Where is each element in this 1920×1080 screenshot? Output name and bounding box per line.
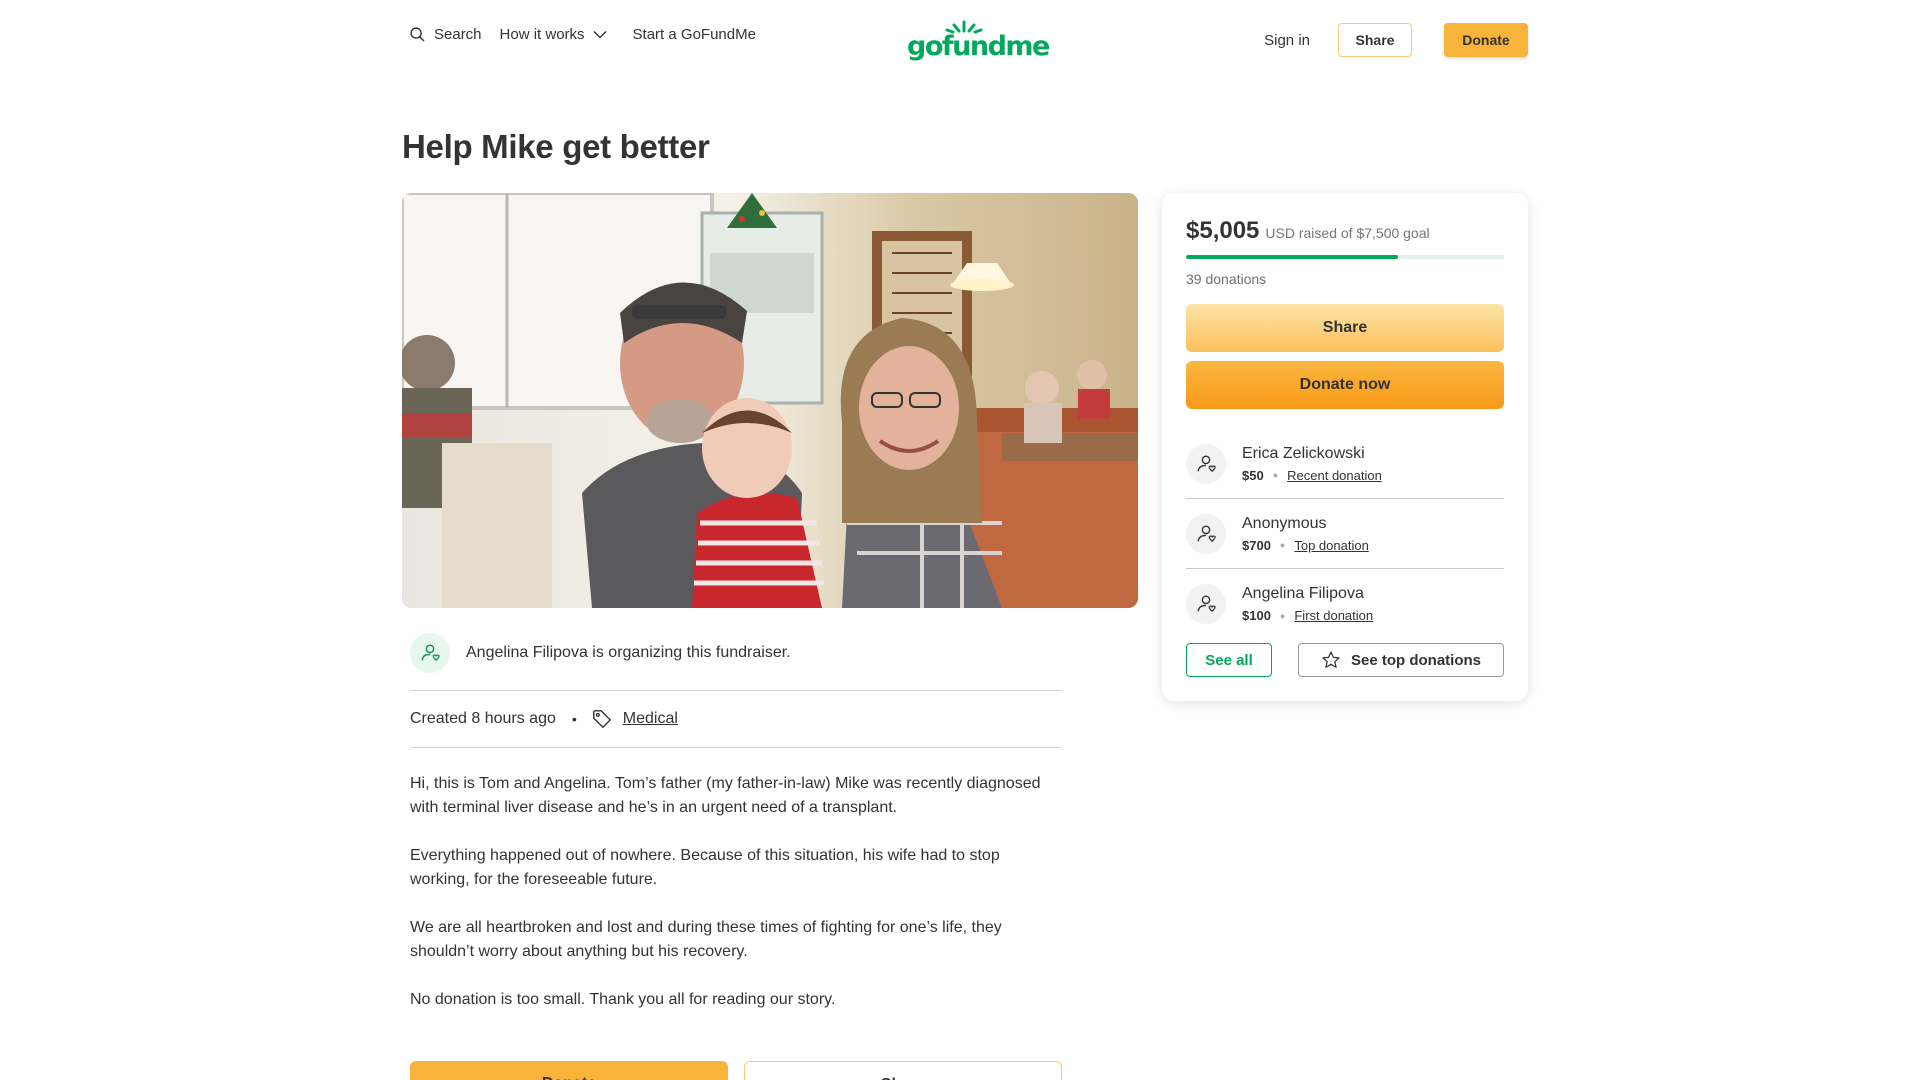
donor-name: Angelina Filipova [1242,585,1364,602]
header-donate-button[interactable]: Donate [1444,23,1528,57]
site-header: Search How it works Start a GoFundMe gof… [0,0,1920,80]
donor-item: Angelina Filipova $100 ● First donation [1186,569,1504,639]
nav-left: Search How it works Start a GoFundMe [410,26,774,43]
donor-details: $700 ● Top donation [1242,538,1369,553]
created-time: Created 8 hours ago [410,710,556,727]
campaign-photo-illustration [402,193,1138,608]
donations-count: 39 donations [1186,271,1267,287]
donor-amount: $100 [1242,608,1271,623]
story-paragraph: Everything happened out of nowhere. Beca… [410,847,1000,888]
see-top-donations-label: See top donations [1350,651,1481,669]
donor-tag-link[interactable]: Top donation [1294,538,1368,553]
donor-info: Anonymous $700 ● Top donation [1242,515,1369,553]
user-heart-icon [421,643,440,661]
tag-icon [591,708,613,730]
story-donate-button[interactable]: Donate [410,1061,728,1080]
how-it-works-menu[interactable]: How it works [500,26,607,43]
donor-separator: ● [1272,470,1279,480]
raised-goal-text: USD raised of $7,500 goal [1265,225,1430,241]
header-share-button[interactable]: Share [1338,23,1412,57]
campaign-story: Hi, this is Tom and Angelina. Tom’s fath… [410,772,1062,1036]
campaign-title: Help Mike get better [402,128,710,165]
progress-bar [1186,255,1504,259]
chevron-down-icon [593,30,607,39]
campaign-photo[interactable] [402,193,1138,608]
search-icon [410,27,425,42]
user-heart-icon [1197,455,1216,472]
user-heart-icon [1197,595,1216,612]
start-gofundme-link[interactable]: Start a GoFundMe [633,26,756,43]
donor-name: Erica Zelickowski [1242,444,1365,462]
logo-text: gofundme [907,31,1050,62]
donor-avatar [1186,584,1226,624]
donor-details: $100 ● First donation [1242,608,1373,623]
donor-info: Angelina Filipova $100 ● First donation [1242,585,1373,623]
see-top-donations-button[interactable]: See top donations [1298,643,1504,677]
search-link[interactable]: Search [410,26,482,43]
user-heart-icon [1197,525,1216,542]
donor-details: $50 ● Recent donation [1242,468,1382,483]
organizer-avatar [410,632,450,673]
meta-separator: • [571,711,577,727]
see-all-button[interactable]: See all [1186,643,1272,677]
campaign-meta: Created 8 hours ago • Medical [410,691,1062,748]
donation-card: $5,005 USD raised of $7,500 goal 39 dona… [1162,193,1528,701]
story-paragraph: Hi, this is Tom and Angelina. Tom’s fath… [410,775,1041,816]
organizer-row: Angelina Filipova is organizing this fun… [410,632,1062,691]
story-share-button[interactable]: Share [744,1061,1062,1080]
donor-separator: ● [1279,610,1286,621]
donor-separator: ● [1279,540,1286,550]
donor-avatar [1186,513,1226,554]
story-paragraph: No donation is too small. Thank you all … [410,991,836,1008]
sign-in-link[interactable]: Sign in [1264,32,1310,49]
progress-fill [1186,255,1399,259]
donor-item: Erica Zelickowski $50 ● Recent donation [1186,429,1504,499]
organizer-text: Angelina Filipova is organizing this fun… [466,643,791,661]
category-link[interactable]: Medical [623,710,678,728]
story-actions: Donate Share [410,1061,1062,1080]
star-icon [1322,651,1340,668]
gofundme-logo[interactable]: gofundme [907,20,1050,60]
donor-amount: $700 [1242,537,1271,553]
card-share-button[interactable]: Share [1186,304,1504,352]
donor-info: Erica Zelickowski $50 ● Recent donation [1242,445,1382,483]
raised-amount: $5,005 [1186,217,1260,244]
donor-tag-link[interactable]: First donation [1294,608,1373,623]
donor-avatar [1186,443,1226,484]
donor-amount: $50 [1242,467,1264,483]
story-paragraph: We are all heartbroken and lost and duri… [410,919,1002,960]
donate-now-button[interactable]: Donate now [1186,361,1504,409]
search-label: Search [434,26,482,43]
nav-right: Sign in Share Donate [1264,23,1528,57]
how-it-works-label: How it works [499,26,585,43]
donor-tag-link[interactable]: Recent donation [1287,468,1382,483]
donor-name: Anonymous [1242,514,1327,532]
start-gofundme-label: Start a GoFundMe [632,26,756,43]
raised-summary: $5,005 USD raised of $7,500 goal [1186,217,1430,245]
donor-item: Anonymous $700 ● Top donation [1186,499,1504,569]
